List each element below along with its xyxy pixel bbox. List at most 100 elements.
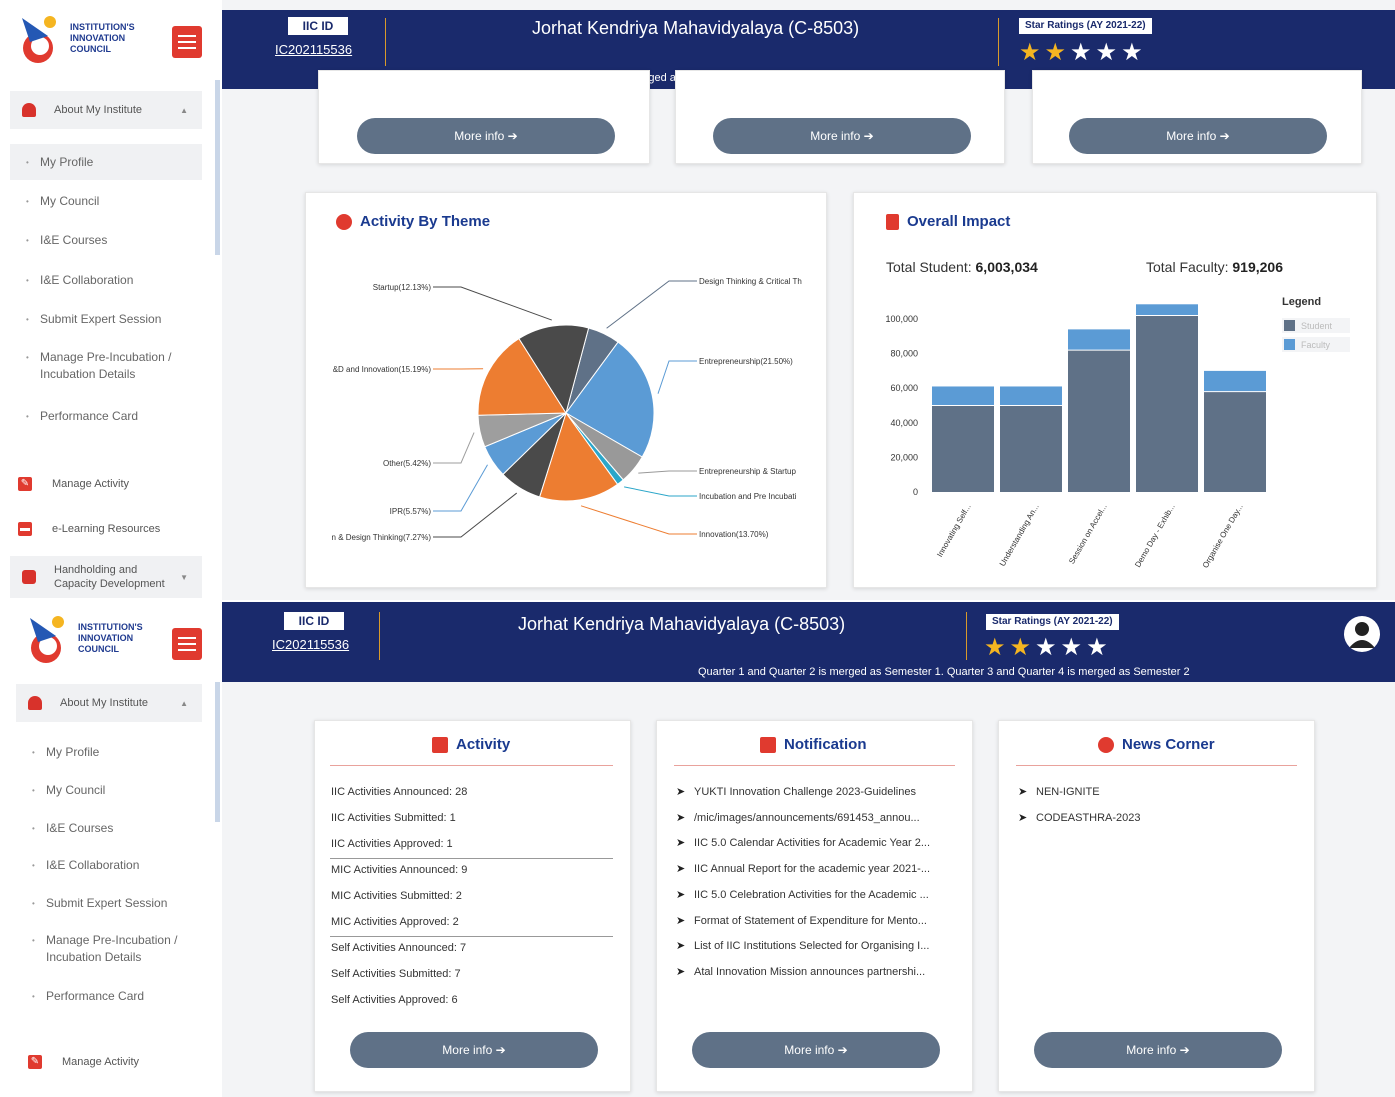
bar-faculty[interactable] [1068,329,1130,351]
pie-label-line [433,464,488,512]
sidebar-item-elearning[interactable]: ▬ e-Learning Resources [18,522,160,536]
bar-faculty[interactable] [932,386,994,406]
sidebar-item-ie-collaboration[interactable]: I&E Collaboration [16,857,208,874]
sidebar-item-ie-collaboration[interactable]: I&E Collaboration [10,272,202,289]
x-tick-label: Organise One Day... [1201,503,1245,570]
sidebar-item-label: Manage Activity [62,1056,140,1068]
sidebar-item-my-council[interactable]: My Council [16,782,208,799]
sidebar-scrollbar[interactable] [215,80,220,255]
bar-faculty[interactable] [1204,370,1266,392]
sidebar-item-performance-card[interactable]: Performance Card [16,988,208,1005]
pin-icon: ➤ [676,837,686,850]
pin-icon: ➤ [676,940,686,953]
activity-stat: MIC Activities Approved: 2 [331,916,459,928]
sidebar-item-expert-session[interactable]: Submit Expert Session [16,895,208,912]
sidebar-item-handholding[interactable]: Handholding and Capacity Development ▼ [10,556,202,598]
pie-label-line [606,280,697,329]
notification-item[interactable]: ➤ YUKTI Innovation Challenge 2023-Guideli… [676,785,956,798]
sidebar-item-label: Manage Activity [52,478,130,490]
pin-icon: ➤ [676,863,686,876]
more-info-button[interactable]: More info ➔ [713,118,971,154]
notification-item[interactable]: ➤ IIC 5.0 Calendar Activities for Academi… [676,836,956,849]
sidebar-item-my-profile[interactable]: My Profile [16,744,208,761]
user-avatar-icon[interactable] [1344,616,1380,652]
notification-item[interactable]: ➤ Format of Statement of Expenditure for … [676,914,956,927]
bookmark-icon [886,213,899,230]
total-faculty: Total Faculty: 919,206 [1146,259,1283,275]
edit-icon: ✎ [28,1055,42,1069]
user-icon [28,696,42,710]
dashboard-main-view: INSTITUTION'S INNOVATION COUNCIL About M… [0,600,1395,1097]
pie-label: IPR(5.57%) [390,507,432,516]
news-item[interactable]: ➤ CODEASTHRA-2023 [1018,811,1141,824]
y-tick-label: 60,000 [890,383,918,393]
pie-label: Other(5.42%) [383,459,431,468]
caret-up-icon: ▲ [180,105,188,115]
more-info-button[interactable]: More info ➔ [1069,118,1327,154]
sidebar-item-ie-courses[interactable]: I&E Courses [16,820,208,837]
sidebar-item-expert-session[interactable]: Submit Expert Session [10,311,202,328]
iic-id-label: IIC ID [284,612,344,630]
notification-item[interactable]: ➤ Atal Innovation Mission announces partn… [676,965,956,978]
sidebar-item-about-my-institute[interactable]: About My Institute ▲ [16,684,202,722]
more-info-button[interactable]: More info ➔ [350,1032,598,1068]
pie-label-line [433,432,475,464]
notification-item[interactable]: ➤ IIC 5.0 Celebration Activities for the … [676,888,956,901]
x-tick-label: Understanding An... [998,503,1041,568]
bar-student[interactable] [1204,391,1266,492]
activity-stat: Self Activities Announced: 7 [331,942,467,954]
notification-card-title: Notification [760,736,867,753]
sidebar-item-my-profile[interactable]: My Profile [10,144,202,180]
legend-item-student[interactable]: Student [1282,318,1350,333]
handshake-icon [22,570,36,584]
more-info-button[interactable]: More info ➔ [357,118,615,154]
sidebar-item-label: Handholding and Capacity Development [54,564,165,590]
y-tick-label: 40,000 [890,418,918,428]
menu-toggle-button[interactable] [172,26,202,58]
notification-item[interactable]: ➤/mic/images/announcements/691453_annou.… [676,811,956,824]
pie-label-line [433,492,518,538]
pie-label-line [638,470,697,474]
sidebar-item-label: About My Institute [54,104,143,116]
iic-id-link[interactable]: IC202115536 [272,637,349,652]
sidebar-item-manage-activity[interactable]: ✎ Manage Activity [28,1055,139,1069]
dashboard-top-view: INSTITUTION'S INNOVATION COUNCIL About M… [0,0,1395,600]
bar-student[interactable] [932,405,994,493]
bar-faculty[interactable] [1136,304,1198,316]
news-item[interactable]: ➤ NEN-IGNITE [1018,785,1100,798]
bar-student[interactable] [1136,315,1198,492]
book-icon: ▬ [18,522,32,536]
sidebar-scrollbar[interactable] [215,682,220,822]
notification-item[interactable]: ➤ List of IIC Institutions Selected for O… [676,939,956,952]
menu-toggle-button[interactable] [172,628,202,660]
alarm-icon [1098,736,1114,753]
logo-emblem-icon [30,616,64,663]
iic-logo[interactable]: INSTITUTION'S INNOVATION COUNCIL [26,612,166,674]
notification-item[interactable]: ➤ IIC Annual Report for the academic year… [676,862,956,875]
activity-stat: Self Activities Submitted: 7 [331,968,461,980]
iic-logo[interactable]: INSTITUTION'S INNOVATION COUNCIL [18,12,158,74]
pie-label-line [580,505,697,535]
more-info-button[interactable]: More info ➔ [692,1032,940,1068]
pie-label: Startup(12.13%) [373,283,432,292]
overall-impact-title: Overall Impact [886,213,1010,230]
star-icon: ★★★ [1035,634,1112,661]
sidebar-item-manage-activity[interactable]: ✎ Manage Activity [18,477,129,491]
bar-faculty[interactable] [1000,386,1062,406]
sidebar-item-about-my-institute[interactable]: About My Institute ▲ [10,91,202,129]
bar-student[interactable] [1000,405,1062,493]
sidebar-item-pre-incubation[interactable]: Manage Pre-Incubation / Incubation Detai… [16,932,196,966]
star-ratings-label: Star Ratings (AY 2021-22) [986,614,1119,630]
sidebar: INSTITUTION'S INNOVATION COUNCIL About M… [0,0,222,600]
sidebar-item-performance-card[interactable]: Performance Card [10,408,202,425]
more-info-button[interactable]: More info ➔ [1034,1032,1282,1068]
sidebar-item-ie-courses[interactable]: I&E Courses [10,232,202,249]
activity-card-title: Activity [432,736,510,753]
activity-stat: Self Activities Approved: 6 [331,994,458,1006]
legend-item-faculty[interactable]: Faculty [1282,337,1350,352]
y-tick-label: 100,000 [885,314,918,324]
top-header: IIC ID IC202115536 Jorhat Kendriya Mahav… [222,602,1395,682]
bar-student[interactable] [1068,350,1130,492]
sidebar-item-my-council[interactable]: My Council [10,193,202,210]
sidebar-item-pre-incubation[interactable]: Manage Pre-Incubation / Incubation Detai… [10,349,190,383]
